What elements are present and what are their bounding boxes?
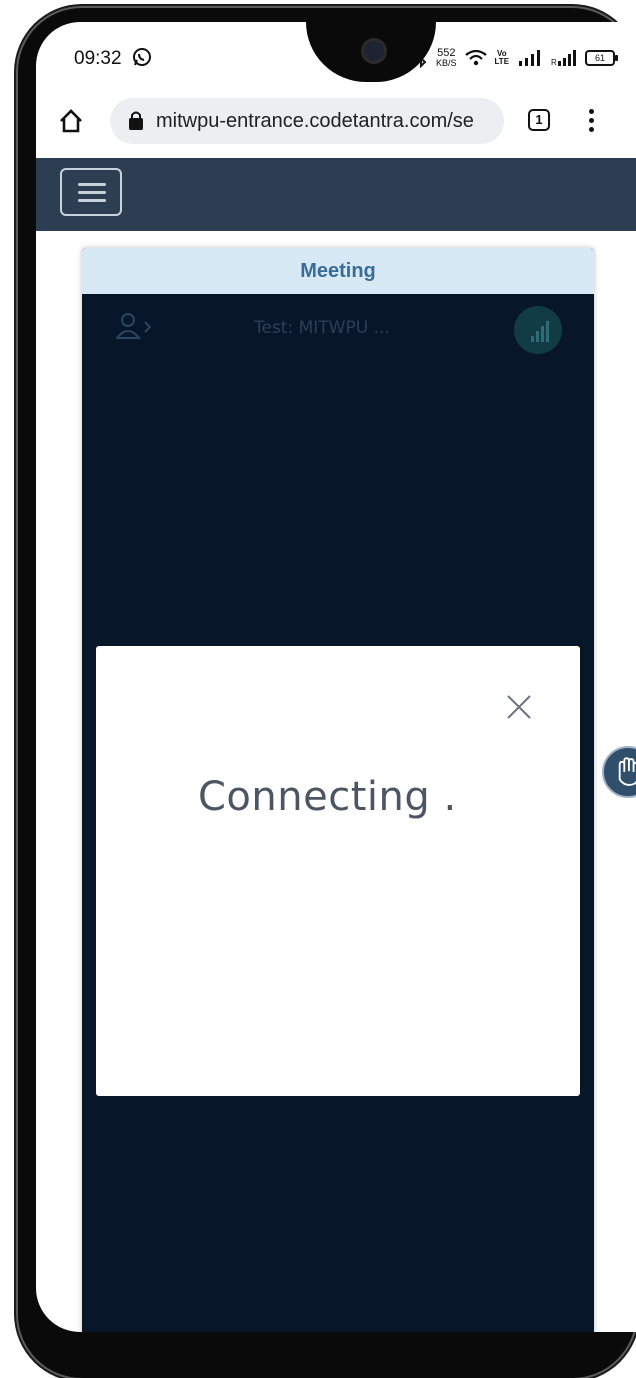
lock-icon <box>129 111 143 130</box>
app-navbar <box>36 158 636 231</box>
meeting-title: Test: MITWPU ... <box>254 318 390 338</box>
address-bar[interactable]: mitwpu-entrance.codetantra.com/se <box>110 98 504 144</box>
speed-unit: KB/S <box>436 58 457 68</box>
url-text[interactable]: mitwpu-entrance.codetantra.com/se <box>156 110 496 133</box>
home-icon[interactable] <box>58 108 84 134</box>
front-camera <box>361 38 387 64</box>
svg-text:R: R <box>551 58 557 66</box>
signal-strength-icon-1 <box>519 50 541 66</box>
participants-icon[interactable] <box>116 312 156 340</box>
status-icons: 552 KB/S Vo LTE R 61 <box>414 46 619 70</box>
signal-icon[interactable] <box>514 306 562 354</box>
more-icon[interactable] <box>588 109 596 133</box>
connecting-dialog: Connecting . <box>96 646 580 1096</box>
signal-strength-icon-2: R <box>551 50 577 66</box>
whatsapp-icon <box>133 48 151 66</box>
connecting-message: Connecting . <box>198 774 457 820</box>
battery-indicator: 61 <box>585 50 619 66</box>
network-speed: 552 KB/S <box>436 48 457 68</box>
wifi-icon <box>464 49 487 66</box>
hamburger-icon[interactable] <box>60 168 122 216</box>
phone-screen: 09:32 552 KB/S Vo LTE R 61 mitwpu-entran… <box>36 22 636 1332</box>
meeting-header: Meeting <box>82 248 594 294</box>
tabs-icon[interactable]: 1 <box>528 109 550 131</box>
raise-hand-icon[interactable] <box>602 746 636 798</box>
close-icon[interactable] <box>506 694 532 720</box>
meeting-panel: Meeting Test: MITWPU ... Connecting . <box>82 248 636 1332</box>
browser-toolbar: mitwpu-entrance.codetantra.com/se 1 <box>36 82 636 158</box>
status-time: 09:32 <box>74 48 122 69</box>
volte-bottom: LTE <box>494 57 510 66</box>
volte-badge: Vo LTE <box>495 50 510 66</box>
